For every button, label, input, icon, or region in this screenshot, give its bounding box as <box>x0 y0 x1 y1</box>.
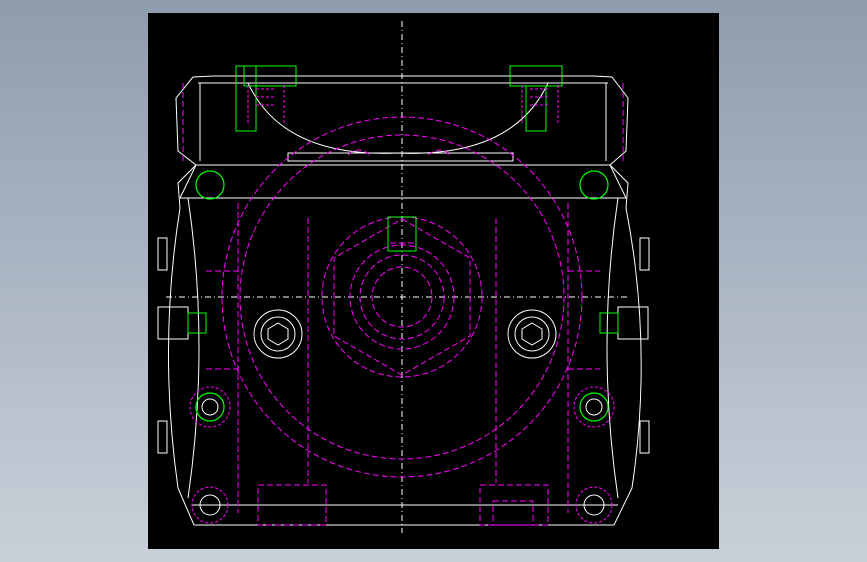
main-body <box>167 164 642 526</box>
cap-screw-right <box>507 309 557 359</box>
cad-drawing <box>157 21 650 533</box>
cad-viewport[interactable] <box>148 13 719 549</box>
center-lines <box>166 21 628 533</box>
hidden-features <box>182 83 624 526</box>
cap-screw-left <box>253 309 303 359</box>
